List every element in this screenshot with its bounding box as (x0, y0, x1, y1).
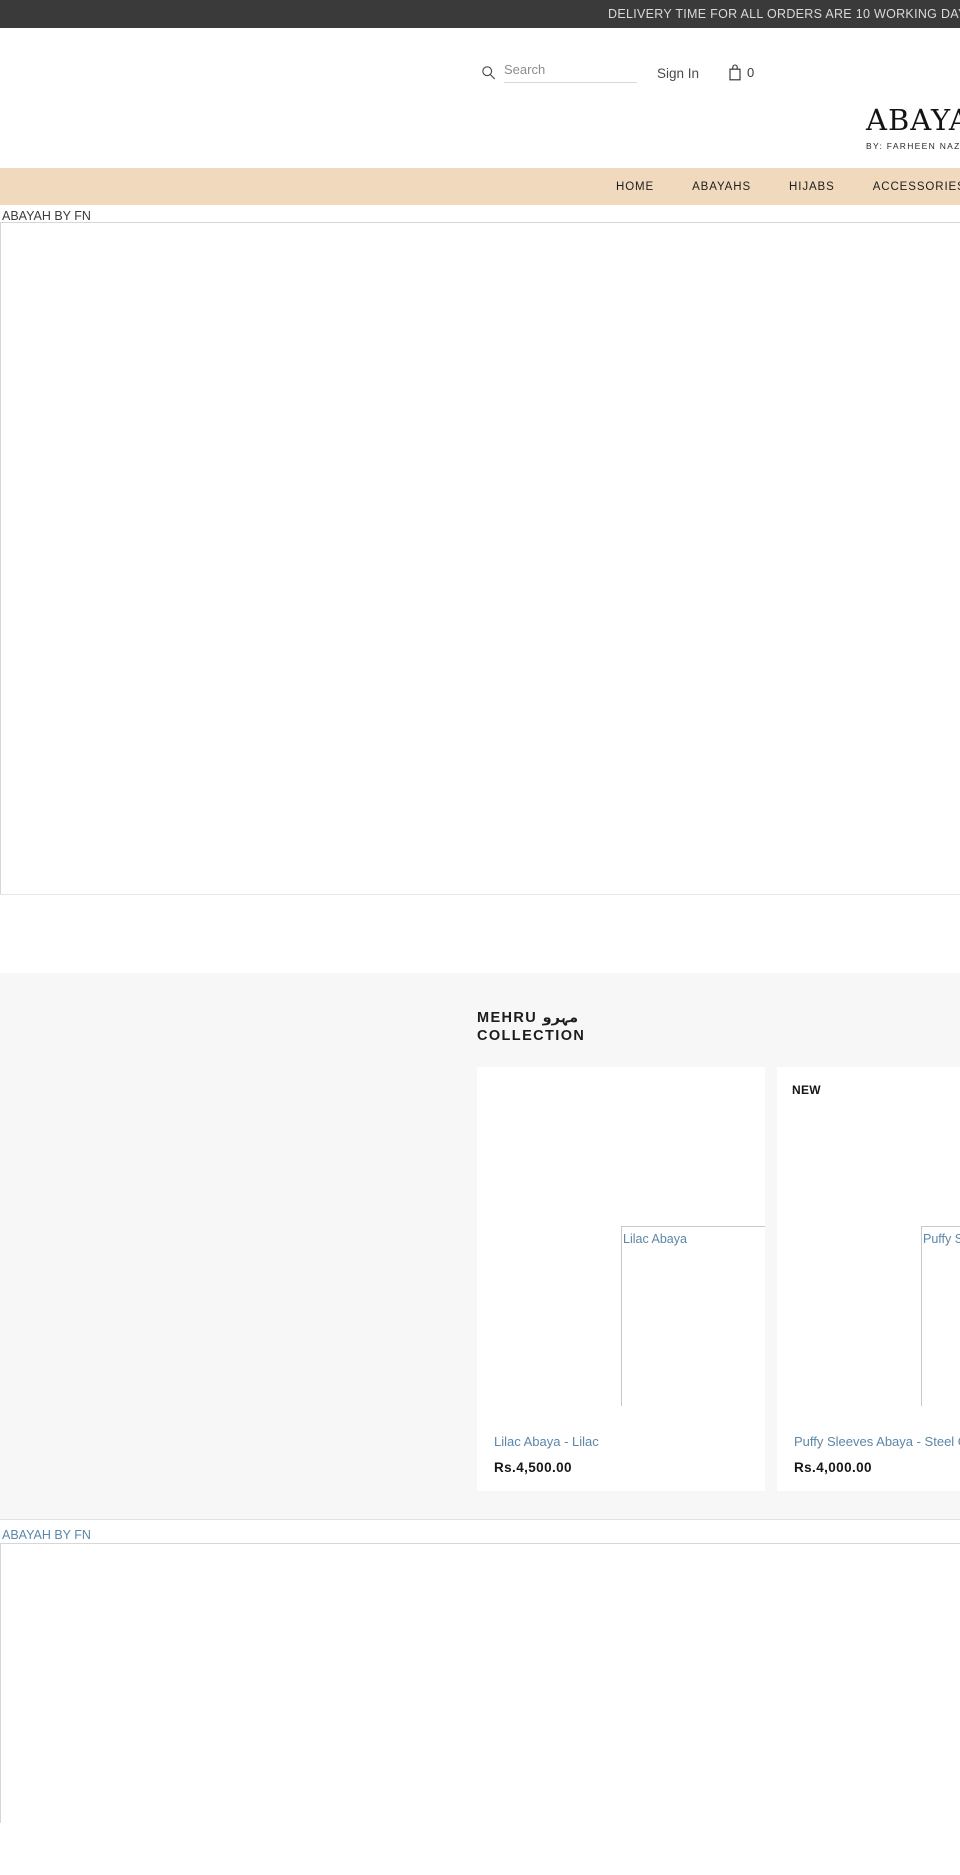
product-image-area[interactable]: NEW Puffy Sleeves Abaya (777, 1067, 960, 1423)
nav-item-accessories[interactable]: ACCESSORIES (873, 181, 960, 193)
logo-tagline: BY: FARHEEN NAZ (866, 141, 960, 151)
bottom-image-alt-text: ABAYAH BY FN (2, 1528, 91, 1543)
nav-item-abayahs[interactable]: ABAYAHS (692, 181, 751, 193)
product-cards-row: Lilac Abaya Lilac Abaya - Lilac Rs.4,500… (477, 1067, 960, 1492)
bottom-banner[interactable]: ABAYAH BY FN (0, 1519, 960, 1824)
announcement-text: DELIVERY TIME FOR ALL ORDERS ARE 10 WORK… (608, 7, 960, 21)
collection-heading: MEHRU مہرو COLLECTION (477, 1009, 960, 1045)
hero-slider[interactable]: ABAYAH BY FN (0, 205, 960, 895)
hero-image-alt-text: ABAYAH BY FN (2, 209, 91, 223)
cart-button[interactable]: 0 (728, 64, 754, 81)
bottom-image-placeholder (0, 1543, 960, 1824)
sign-in-link[interactable]: Sign In (657, 66, 699, 81)
collection-heading-line1-en: MEHRU (477, 1010, 538, 1026)
collection-heading-line1-urdu: مہرو (542, 1010, 579, 1026)
hero-image-placeholder (0, 222, 960, 894)
nav-items-container: HOME ABAYAHS HIJABS ACCESSORIES (616, 168, 960, 205)
main-navigation: HOME ABAYAHS HIJABS ACCESSORIES (0, 168, 960, 205)
search-input[interactable] (504, 62, 637, 83)
product-image-placeholder (921, 1226, 960, 1407)
shopping-bag-icon (728, 64, 742, 81)
nav-item-home[interactable]: HOME (616, 181, 654, 193)
product-title[interactable]: Lilac Abaya - Lilac (494, 1434, 765, 1449)
cart-count: 0 (747, 65, 755, 80)
site-header: Sign In 0 ABAYAH BY: FARHEEN NAZ (0, 28, 960, 168)
product-image-alt-text: Puffy Sleeves Abaya (923, 1232, 960, 1247)
mehru-collection-section: MEHRU مہرو COLLECTION Lilac Abaya Lilac … (0, 973, 960, 1520)
nav-item-hijabs[interactable]: HIJABS (789, 181, 835, 193)
product-card[interactable]: NEW Puffy Sleeves Abaya Puffy Sleeves Ab… (777, 1067, 960, 1492)
product-image-area[interactable]: Lilac Abaya (477, 1067, 765, 1423)
product-price: Rs.4,500.00 (494, 1460, 572, 1476)
product-image-placeholder (621, 1226, 765, 1407)
logo-wordmark: ABAYAH (866, 103, 960, 137)
product-image-alt-text: Lilac Abaya (623, 1232, 687, 1247)
section-spacer (0, 895, 960, 973)
header-utility-row: Sign In 0 (0, 28, 960, 84)
announcement-bar: DELIVERY TIME FOR ALL ORDERS ARE 10 WORK… (0, 0, 960, 28)
product-title[interactable]: Puffy Sleeves Abaya - Steel Grey (794, 1434, 960, 1449)
search-bar[interactable] (481, 62, 637, 83)
collection-heading-line2: COLLECTION (477, 1028, 586, 1045)
product-price: Rs.4,000.00 (794, 1460, 872, 1476)
product-card[interactable]: Lilac Abaya Lilac Abaya - Lilac Rs.4,500… (477, 1067, 765, 1492)
search-icon (481, 65, 496, 80)
product-badge: NEW (792, 1083, 821, 1098)
site-logo[interactable]: ABAYAH BY: FARHEEN NAZ (866, 103, 960, 152)
